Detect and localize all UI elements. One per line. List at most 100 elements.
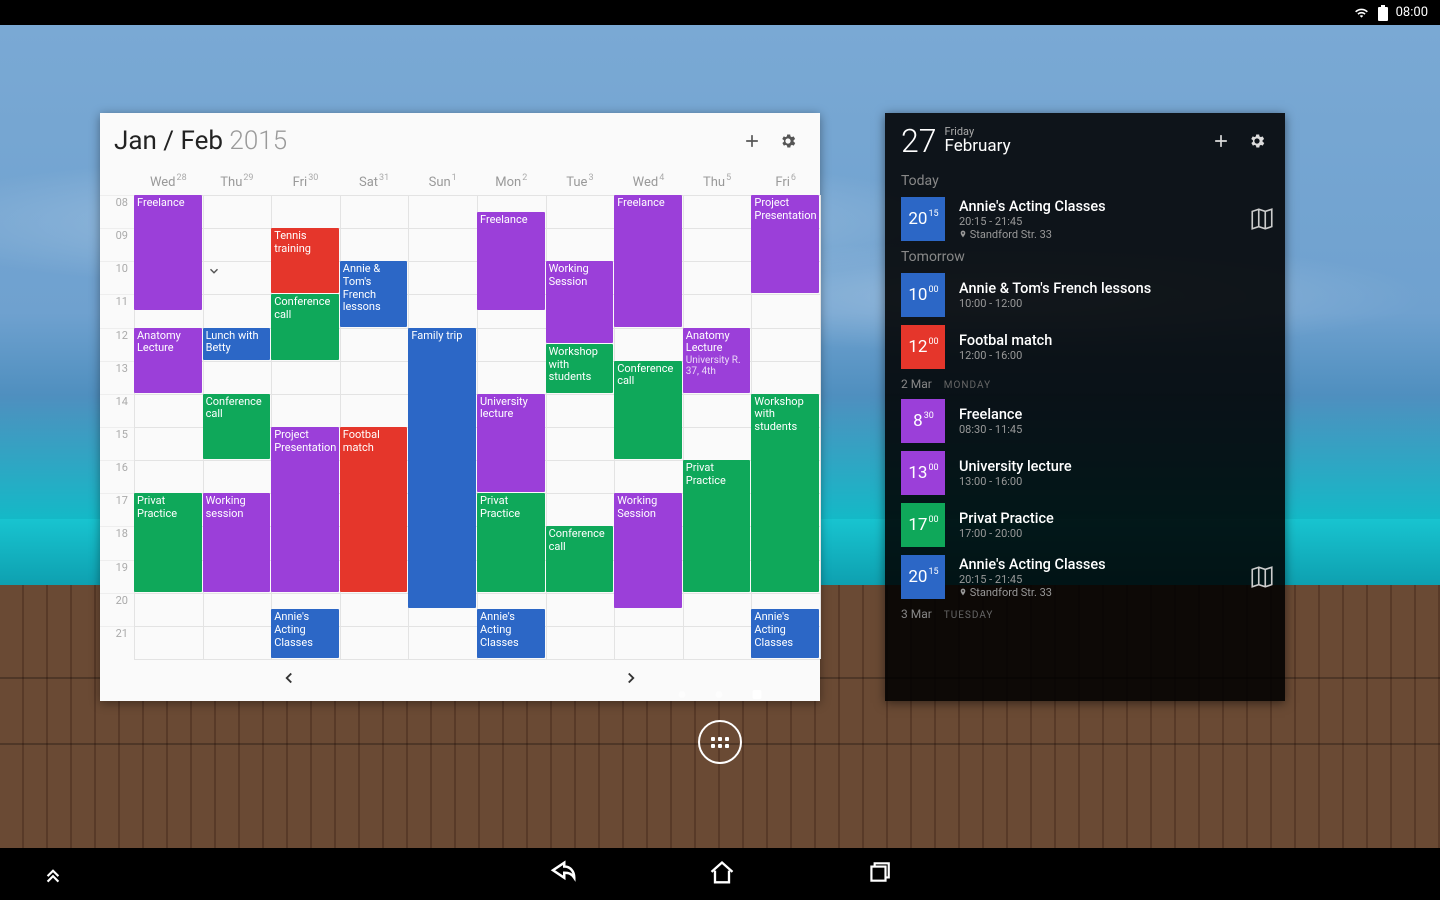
agenda-section-heading: Today <box>885 169 1285 193</box>
prev-week-button[interactable] <box>280 669 298 691</box>
day-header-cell[interactable]: Tue3 <box>546 169 615 195</box>
agenda-header-month: February <box>945 137 1011 156</box>
settings-button[interactable] <box>770 123 806 159</box>
calendar-event[interactable]: Project Presentation <box>271 427 339 592</box>
calendar-event[interactable]: Tennis training <box>271 228 339 293</box>
map-icon[interactable] <box>1249 564 1275 590</box>
calendar-event[interactable]: Anatomy LectureUniversity R. 37, 4th <box>683 328 751 393</box>
calendar-event[interactable]: University lecture <box>477 394 545 492</box>
nav-expand-icon[interactable] <box>40 861 66 887</box>
agenda-item-content: Annie & Tom's French lessons 10:00 - 12:… <box>959 280 1275 310</box>
day-header-cell[interactable]: Mon2 <box>477 169 546 195</box>
time-badge: 1700 <box>901 503 945 547</box>
calendar-event[interactable]: Annie's Acting Classes <box>751 609 819 658</box>
agenda-body[interactable]: Today2015 Annie's Acting Classes 20:15 -… <box>885 169 1285 701</box>
agenda-item[interactable]: 1000 Annie & Tom's French lessons 10:00 … <box>885 269 1285 321</box>
add-event-button[interactable] <box>734 123 770 159</box>
day-header-cell[interactable]: Wed28 <box>134 169 203 195</box>
calendar-event[interactable]: Privat Practice <box>134 493 202 591</box>
calendar-event[interactable]: Annie & Tom's French lessons <box>340 261 408 326</box>
calendar-event[interactable]: Working Session <box>546 261 614 343</box>
agenda-item-content: University lecture 13:00 - 16:00 <box>959 458 1275 488</box>
day-header-cell[interactable]: Thu29 <box>203 169 272 195</box>
calendar-event[interactable]: Freelance <box>614 195 682 327</box>
expand-toggle-button[interactable] <box>204 263 224 282</box>
hour-label: 13 <box>100 361 134 394</box>
day-header-cell[interactable]: Sun1 <box>408 169 477 195</box>
day-header-cell[interactable]: Wed4 <box>614 169 683 195</box>
agenda-item[interactable]: 1700 Privat Practice 17:00 - 20:00 <box>885 499 1285 551</box>
hour-label: 15 <box>100 427 134 460</box>
navigation-bar <box>0 848 1440 900</box>
agenda-item[interactable]: 1200 Footbal match 12:00 - 16:00 <box>885 321 1285 373</box>
calendar-event[interactable]: Conference call <box>271 294 339 359</box>
agenda-section-heading: Tomorrow <box>885 245 1285 269</box>
week-title-year: 2015 <box>229 126 287 156</box>
calendar-event[interactable]: Workshop with students <box>751 394 819 592</box>
calendar-event[interactable]: Conference call <box>546 526 614 591</box>
agenda-header-day[interactable]: 27 <box>901 122 937 160</box>
hour-label: 09 <box>100 228 134 261</box>
day-header-cell[interactable]: Sat31 <box>340 169 409 195</box>
agenda-item-content: Annie's Acting Classes 20:15 - 21:45 Sta… <box>959 556 1235 599</box>
day-header-cell[interactable]: Fri30 <box>271 169 340 195</box>
calendar-event[interactable]: Workshop with students <box>546 344 614 393</box>
hour-label: 21 <box>100 626 134 659</box>
back-button[interactable] <box>548 859 578 889</box>
status-time: 08:00 <box>1396 5 1428 20</box>
agenda-item[interactable]: 2015 Annie's Acting Classes 20:15 - 21:4… <box>885 193 1285 245</box>
time-badge: 1000 <box>901 273 945 317</box>
time-badge: 1300 <box>901 451 945 495</box>
hour-label: 08 <box>100 195 134 228</box>
agenda-header: 27 Friday February <box>885 113 1285 169</box>
hour-label: 16 <box>100 460 134 493</box>
home-page-indicator[interactable] <box>679 690 762 699</box>
day-header-cell[interactable]: Thu5 <box>683 169 752 195</box>
time-badge: 830 <box>901 399 945 443</box>
calendar-event[interactable]: Working session <box>203 493 271 591</box>
agenda-add-button[interactable] <box>1203 123 1239 159</box>
calendar-event[interactable]: Freelance <box>134 195 202 310</box>
calendar-event[interactable]: Annie's Acting Classes <box>271 609 339 658</box>
time-badge: 2015 <box>901 555 945 599</box>
calendar-event[interactable]: Project Presentation <box>751 195 819 293</box>
time-badge: 1200 <box>901 325 945 369</box>
agenda-settings-button[interactable] <box>1239 123 1275 159</box>
agenda-header-date[interactable]: Friday February <box>945 126 1011 156</box>
calendar-event[interactable]: Lunch with Betty <box>203 328 271 360</box>
calendar-event[interactable]: Conference call <box>203 394 271 459</box>
calendar-week-widget[interactable]: Jan / Feb 2015 Wed28Thu29Fri30Sat31Sun1M… <box>100 113 820 701</box>
hour-label: 10 <box>100 261 134 294</box>
calendar-event[interactable]: Working Session <box>614 493 682 608</box>
calendar-agenda-widget[interactable]: 27 Friday February Today2015 Annie's Act… <box>885 113 1285 701</box>
day-header-cell[interactable]: Fri6 <box>751 169 820 195</box>
hour-label: 17 <box>100 493 134 526</box>
wifi-icon <box>1353 6 1370 20</box>
next-week-button[interactable] <box>622 669 640 691</box>
day-grid[interactable]: Freelance Anatomy Lecture Privat Practice L… <box>134 195 820 659</box>
calendar-event[interactable]: Privat Practice <box>477 493 545 591</box>
week-header: Jan / Feb 2015 <box>100 113 820 169</box>
agenda-item-content: Footbal match 12:00 - 16:00 <box>959 332 1275 362</box>
calendar-event[interactable]: Anatomy Lecture <box>134 328 202 393</box>
agenda-item[interactable]: 2015 Annie's Acting Classes 20:15 - 21:4… <box>885 551 1285 603</box>
app-drawer-button[interactable] <box>698 720 742 764</box>
agenda-section-heading: 3 MarTUESDAY <box>885 603 1285 625</box>
calendar-event[interactable]: Family trip <box>408 328 476 609</box>
hour-label: 14 <box>100 394 134 427</box>
agenda-item[interactable]: 1300 University lecture 13:00 - 16:00 <box>885 447 1285 499</box>
calendar-event[interactable]: Freelance <box>477 212 545 310</box>
agenda-item-content: Annie's Acting Classes 20:15 - 21:45 Sta… <box>959 198 1235 241</box>
calendar-event[interactable]: Annie's Acting Classes <box>477 609 545 658</box>
wallpaper[interactable]: Jan / Feb 2015 Wed28Thu29Fri30Sat31Sun1M… <box>0 25 1440 848</box>
calendar-event[interactable]: Footbal match <box>340 427 408 592</box>
map-icon[interactable] <box>1249 206 1275 232</box>
calendar-event[interactable]: Conference call <box>614 361 682 459</box>
week-title-months: Jan / Feb <box>114 126 223 156</box>
agenda-item[interactable]: 830 Freelance 08:30 - 11:45 <box>885 395 1285 447</box>
hours-column: 0809101112131415161718192021 <box>100 195 134 659</box>
recent-apps-button[interactable] <box>866 859 892 885</box>
home-button[interactable] <box>708 859 736 887</box>
week-title[interactable]: Jan / Feb 2015 <box>114 126 287 156</box>
calendar-event[interactable]: Privat Practice <box>683 460 751 592</box>
